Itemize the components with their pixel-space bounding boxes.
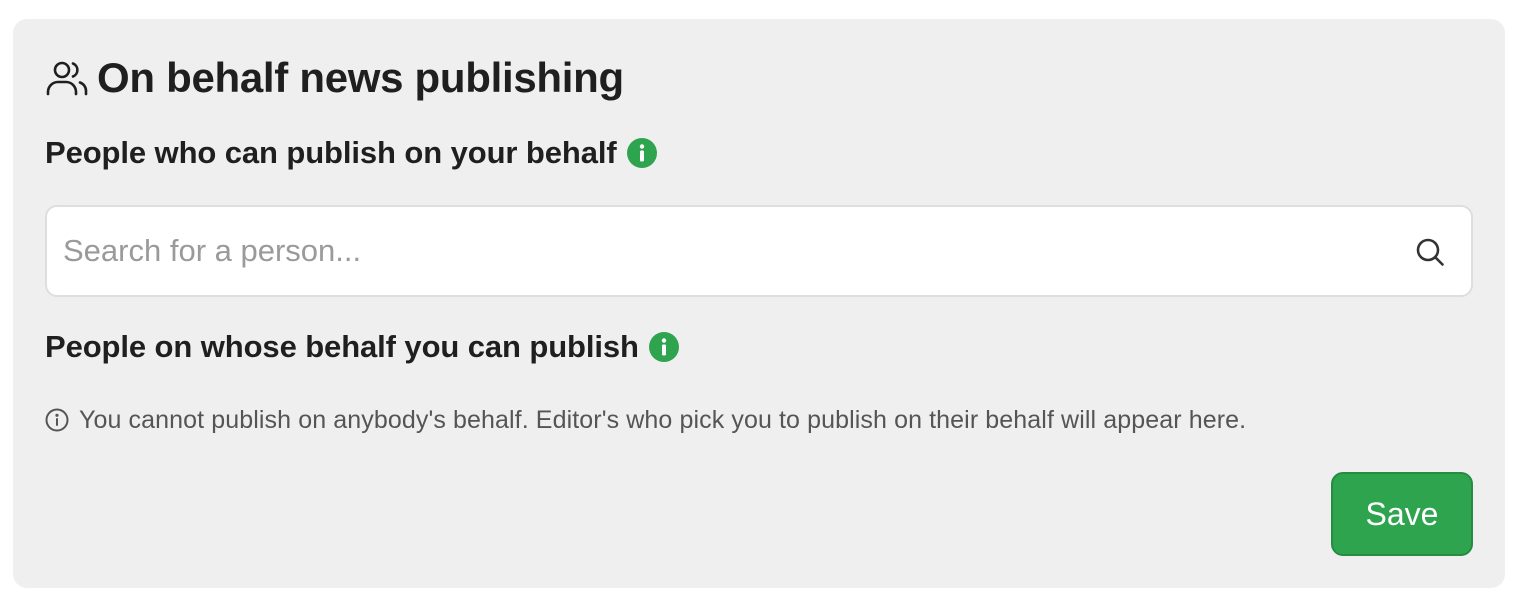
search-icon[interactable] [1415,237,1445,267]
empty-state-note: You cannot publish on anybody's behalf. … [45,403,1246,437]
info-icon[interactable] [626,138,657,168]
on-behalf-publishing-card: On behalf news publishing People who can… [13,19,1505,588]
card-header: On behalf news publishing [45,53,624,103]
save-button[interactable]: Save [1331,472,1473,556]
users-icon [45,58,89,98]
publishers-section-label: People who can publish on your behalf [45,135,617,170]
page-title: On behalf news publishing [97,54,624,101]
person-search-field[interactable] [45,205,1473,297]
info-outline-icon [45,408,79,432]
info-icon[interactable] [648,332,679,362]
publishers-section-heading: People who can publish on your behalf [45,133,657,173]
person-search-input[interactable] [63,207,1383,295]
empty-state-text: You cannot publish on anybody's behalf. … [79,405,1247,434]
behalf-section-label: People on whose behalf you can publish [45,329,639,364]
behalf-section-heading: People on whose behalf you can publish [45,327,679,367]
